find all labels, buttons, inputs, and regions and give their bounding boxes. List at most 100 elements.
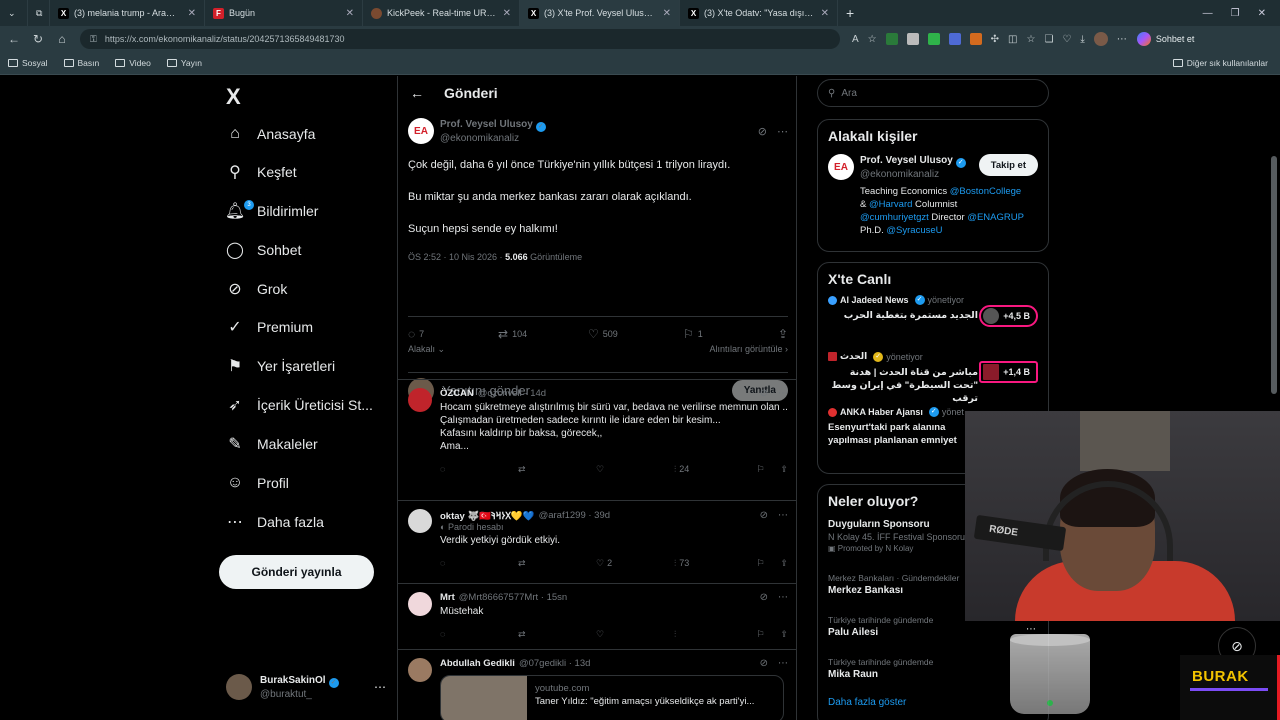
- tab-2[interactable]: KickPeek - Real-time URL Crawler ✕: [363, 0, 520, 26]
- bio-link[interactable]: @SyracuseU: [886, 225, 942, 236]
- reply-button[interactable]: ◌: [440, 629, 518, 639]
- repost-button[interactable]: ⇄: [518, 629, 596, 640]
- nav-item-profile[interactable]: ☺ Profil: [226, 471, 289, 495]
- minimize-icon[interactable]: —: [1203, 8, 1213, 19]
- author-names[interactable]: Prof. Veysel Ulusoy ✓ @ekonomikanaliz: [440, 118, 546, 145]
- live-listener-badge[interactable]: +1,4 B: [979, 361, 1038, 383]
- reply-button[interactable]: ◌: [440, 558, 518, 568]
- like-button[interactable]: ♡: [596, 629, 674, 640]
- share-icon[interactable]: ⇪: [780, 464, 788, 475]
- favorite-star-icon[interactable]: ☆: [868, 34, 877, 45]
- like-button[interactable]: ♡ 2: [596, 558, 674, 569]
- live-item[interactable]: Al Jadeed News ✓ yönetiyor الجديد مستمرة ب…: [818, 287, 1048, 343]
- grok-icon[interactable]: ⊘: [760, 510, 768, 521]
- nav-item-notifications[interactable]: 🔔︎ 3 Bildirimler: [225, 199, 318, 223]
- bookmark-button[interactable]: ⚐ ⇪: [756, 464, 788, 475]
- bio-link[interactable]: @Harvard: [869, 199, 912, 210]
- commenter-avatar[interactable]: [408, 388, 432, 412]
- commenter-name[interactable]: oktay 🐺🇹🇷𐰓𐰆𐰺𐰚💛💙: [440, 509, 535, 522]
- comment-item[interactable]: Abdullah Gedikli @07gedikli · 13d ⊘ ⋯ you…: [398, 649, 796, 720]
- x-logo-icon[interactable]: X: [226, 84, 241, 110]
- home-icon[interactable]: ⌂: [50, 32, 74, 46]
- commenter-avatar[interactable]: [408, 509, 432, 533]
- nav-item-premium[interactable]: ✓ Premium: [226, 315, 313, 339]
- commenter-name[interactable]: Abdullah Gedikli: [440, 658, 515, 669]
- reload-icon[interactable]: ↻: [26, 32, 50, 46]
- extension-icon[interactable]: [906, 33, 919, 45]
- nav-item-chat[interactable]: ◯ Sohbet: [226, 238, 301, 262]
- back-arrow-icon[interactable]: ←: [410, 85, 424, 101]
- link-card[interactable]: youtube.com Taner Yıldız: "eğitim amaçsı…: [440, 675, 784, 720]
- post-time[interactable]: ÖS 2:52 · 10 Nis 2026 ·: [408, 252, 505, 262]
- extension-icon[interactable]: [885, 33, 898, 45]
- bookmark-folder[interactable]: Basın: [63, 58, 99, 68]
- download-icon[interactable]: ⤓: [1080, 34, 1084, 45]
- maximize-icon[interactable]: ❐: [1231, 8, 1240, 19]
- tab-menu-button[interactable]: ⌄: [0, 0, 28, 26]
- like-button[interactable]: ♡ 509: [588, 327, 683, 341]
- nav-item-more[interactable]: ⋯ Daha fazla: [226, 510, 324, 534]
- account-switcher[interactable]: BurakSakinOl ✓ @buraktut_ ⋯: [226, 672, 386, 702]
- bookmark-folder[interactable]: Sosyal: [8, 58, 48, 68]
- comment-item[interactable]: Mrt @Mrt86667577Mrt · 15sn ⊘ ⋯ Müstehak ◌…: [398, 583, 796, 649]
- close-icon[interactable]: ✕: [182, 8, 196, 19]
- other-favorites[interactable]: Diğer sık kullanılanlar: [1172, 58, 1268, 68]
- close-icon[interactable]: ✕: [340, 8, 354, 19]
- related-toggle[interactable]: Alakalı ⌄: [408, 344, 445, 355]
- share-button[interactable]: ⇪: [778, 327, 788, 341]
- follow-button[interactable]: Takip et: [978, 154, 1038, 176]
- commenter-avatar[interactable]: [408, 592, 432, 616]
- views-button[interactable]: ⫶ 24: [674, 464, 752, 475]
- nav-item-bookmarks[interactable]: ⚑ Yer İşaretleri: [226, 354, 335, 378]
- bookmark-button[interactable]: ⚐ 1: [683, 327, 768, 341]
- repost-button[interactable]: ⇄ 104: [498, 327, 588, 341]
- person-avatar[interactable]: EA: [828, 154, 854, 180]
- bio-link[interactable]: @ENAGRUP: [967, 212, 1024, 223]
- extension-icon[interactable]: [969, 33, 982, 45]
- tab-4[interactable]: X (3) X'te Odatv: "Yasa dışı bahis fa...…: [680, 0, 838, 26]
- scrollbar-thumb[interactable]: [1271, 156, 1277, 394]
- more-icon[interactable]: ⋯: [778, 510, 788, 521]
- views-button[interactable]: ⫶ 73: [674, 558, 752, 569]
- split-screen-icon[interactable]: ◫: [1008, 34, 1017, 45]
- grok-icon[interactable]: ⊘: [758, 125, 767, 138]
- collections-icon[interactable]: ❏: [1044, 34, 1053, 45]
- nav-item-creator-studio[interactable]: ➶ İçerik Üreticisi St...: [226, 393, 373, 417]
- nav-item-home[interactable]: ⌂ Anasayfa: [226, 122, 315, 146]
- commenter-avatar[interactable]: [408, 658, 432, 682]
- read-aloud-icon[interactable]: A: [852, 34, 859, 45]
- close-icon[interactable]: ✕: [497, 8, 511, 19]
- back-icon[interactable]: ←: [2, 32, 26, 46]
- reply-button[interactable]: ◌ 7: [408, 327, 498, 341]
- grok-icon[interactable]: ⊘: [760, 658, 768, 669]
- view-quotes-link[interactable]: Alıntıları görüntüle ›: [709, 344, 788, 355]
- more-icon[interactable]: ⋯: [778, 388, 788, 399]
- grok-icon[interactable]: ⊘: [760, 592, 768, 603]
- nav-item-grok[interactable]: ⊘ Grok: [226, 277, 287, 301]
- extension-icon[interactable]: [948, 33, 961, 45]
- repost-button[interactable]: ⇄: [518, 464, 596, 475]
- views-button[interactable]: ⫶: [674, 629, 752, 640]
- heart-icon[interactable]: ♡: [1062, 34, 1071, 45]
- profile-avatar[interactable]: [1093, 32, 1108, 46]
- search-input[interactable]: ⚲ Ara: [817, 79, 1049, 107]
- url-field[interactable]: ⚿ https://x.com/ekonomikanaliz/status/20…: [80, 29, 840, 49]
- bookmark-button[interactable]: ⚐ ⇪: [756, 629, 788, 640]
- comment-item[interactable]: ÖZCAN @ozcnvell · 14d ⊘ ⋯ Hocam şükretmey…: [398, 379, 796, 499]
- tab-0[interactable]: X (3) melania trump - Arama / X ✕: [50, 0, 205, 26]
- tab-3-active[interactable]: X (3) X'te Prof. Veysel Ulusoy: "Çok d ✕: [520, 0, 680, 26]
- commenter-name[interactable]: ÖZCAN: [440, 388, 474, 399]
- share-icon[interactable]: ⇪: [780, 629, 788, 640]
- author-avatar[interactable]: EA: [408, 118, 434, 144]
- grok-icon[interactable]: ⊘: [760, 388, 768, 399]
- bio-link[interactable]: @cumhuriyetgzt: [860, 212, 929, 223]
- new-tab-button[interactable]: +: [838, 0, 866, 26]
- commenter-name[interactable]: Mrt: [440, 592, 455, 603]
- repost-button[interactable]: ⇄: [518, 558, 596, 569]
- bookmark-button[interactable]: ⚐ ⇪: [756, 558, 788, 569]
- live-listener-badge[interactable]: +4,5 B: [979, 305, 1038, 327]
- bio-link[interactable]: @BostonCollege: [950, 186, 1021, 197]
- tab-1[interactable]: F Bugün ✕: [205, 0, 363, 26]
- bookmark-folder[interactable]: Yayın: [166, 58, 202, 68]
- more-icon[interactable]: ⋯: [778, 592, 788, 603]
